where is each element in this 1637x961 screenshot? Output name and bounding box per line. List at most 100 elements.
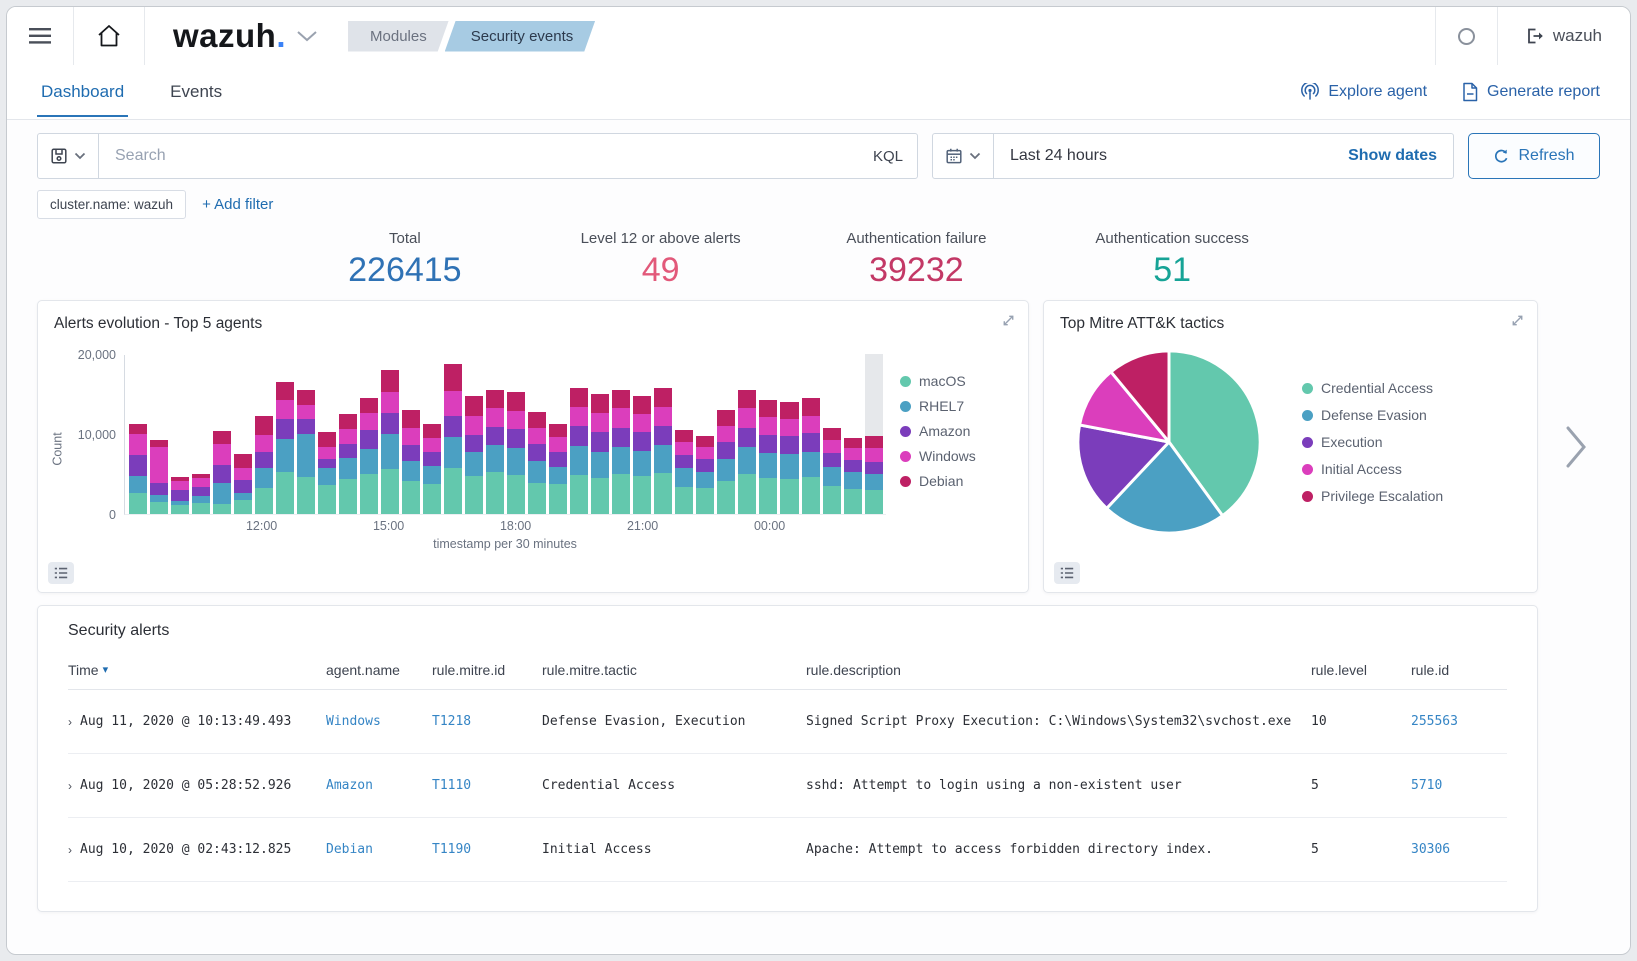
bar[interactable] [612,354,630,514]
bar[interactable] [381,354,399,514]
expand-panel-button[interactable] [1510,313,1525,328]
cell-mitre_id[interactable]: T1218 [432,714,542,729]
stat-auth-failure[interactable]: Authentication failure 39232 [789,230,1045,290]
cell-mitre_id[interactable]: T1190 [432,842,542,857]
agent-value[interactable]: Amazon [326,778,373,793]
legend-toggle-button[interactable] [48,562,74,584]
column-header-rule.description[interactable]: rule.description [806,662,1311,678]
rule_id-value[interactable]: 255563 [1411,714,1458,729]
chevron-right-icon[interactable]: › [68,843,72,857]
breadcrumb-security-events[interactable]: Security events [445,21,596,52]
agent-value[interactable]: Debian [326,842,373,857]
cluster-health-button[interactable] [1436,7,1497,65]
column-header-rule.level[interactable]: rule.level [1311,662,1411,678]
column-header-rule.mitre.id[interactable]: rule.mitre.id [432,662,542,678]
bar[interactable] [486,354,504,514]
bar[interactable] [844,354,862,514]
wazuh-logo[interactable]: wazuh. [145,17,292,55]
bar[interactable] [633,354,651,514]
bar[interactable] [675,354,693,514]
column-header-agent.name[interactable]: agent.name [326,662,432,678]
bar[interactable] [738,354,756,514]
bar[interactable] [150,354,168,514]
cell-rule_id[interactable]: 255563 [1411,714,1507,729]
mitre_id-value[interactable]: T1190 [432,842,471,857]
agent-value[interactable]: Windows [326,714,381,729]
chevron-right-icon[interactable]: › [68,715,72,729]
bar[interactable] [465,354,483,514]
bar[interactable] [528,354,546,514]
column-header-rule.id[interactable]: rule.id [1411,662,1507,678]
saved-query-menu-button[interactable] [38,134,99,178]
pie-chart[interactable] [1070,343,1268,541]
bar[interactable] [339,354,357,514]
bar[interactable] [549,354,567,514]
user-menu[interactable]: wazuh [1498,26,1630,46]
cell-mitre_id[interactable]: T1110 [432,778,542,793]
bar[interactable] [423,354,441,514]
bar[interactable] [171,354,189,514]
legend-item-macOS[interactable]: macOS [900,373,1018,389]
refresh-button[interactable]: Refresh [1468,133,1600,179]
bar[interactable] [402,354,420,514]
time-range-value[interactable]: Last 24 hours [994,147,1332,165]
logo-menu-button[interactable] [292,26,322,46]
bar[interactable] [802,354,820,514]
column-header-Time[interactable]: Time▾ [68,662,326,678]
tab-events[interactable]: Events [166,67,226,117]
chevron-right-icon[interactable] [1563,424,1589,470]
mitre_id-value[interactable]: T1218 [432,714,471,729]
rule_id-value[interactable]: 30306 [1411,842,1450,857]
cell-rule_id[interactable]: 5710 [1411,778,1507,793]
chevron-right-icon[interactable]: › [68,779,72,793]
bar[interactable] [276,354,294,514]
kql-toggle[interactable]: KQL [859,148,917,165]
expand-panel-button[interactable] [1001,313,1016,328]
bar[interactable] [823,354,841,514]
bar[interactable] [507,354,525,514]
bar[interactable] [255,354,273,514]
bar[interactable] [297,354,315,514]
stat-level-12[interactable]: Level 12 or above alerts 49 [533,230,789,290]
tab-dashboard[interactable]: Dashboard [37,67,128,117]
search-input[interactable] [99,147,859,165]
menu-button[interactable] [7,7,73,65]
mitre_id-value[interactable]: T1110 [432,778,471,793]
bar[interactable] [129,354,147,514]
legend-item-Initial Access[interactable]: Initial Access [1302,461,1443,477]
bar[interactable] [780,354,798,514]
home-button[interactable] [74,7,144,65]
cell-agent[interactable]: Windows [326,714,432,729]
bar[interactable] [234,354,252,514]
bar[interactable] [570,354,588,514]
bar[interactable] [444,354,462,514]
cell-agent[interactable]: Debian [326,842,432,857]
bar[interactable] [360,354,378,514]
stat-auth-success[interactable]: Authentication success 51 [1044,230,1300,290]
bar[interactable] [192,354,210,514]
breadcrumb-modules[interactable]: Modules [348,21,449,52]
legend-item-RHEL7[interactable]: RHEL7 [900,398,1018,414]
add-filter-button[interactable]: + Add filter [202,196,273,213]
bar[interactable] [213,354,231,514]
bar[interactable] [865,354,883,514]
legend-toggle-button[interactable] [1054,562,1080,584]
bar[interactable] [591,354,609,514]
column-header-rule.mitre.tactic[interactable]: rule.mitre.tactic [542,662,806,678]
legend-item-Windows[interactable]: Windows [900,448,1018,464]
bar[interactable] [696,354,714,514]
cell-rule_id[interactable]: 30306 [1411,842,1507,857]
date-quick-menu-button[interactable] [933,134,994,178]
legend-item-Amazon[interactable]: Amazon [900,423,1018,439]
cell-agent[interactable]: Amazon [326,778,432,793]
stat-total[interactable]: Total 226415 [277,230,533,290]
legend-item-Defense Evasion[interactable]: Defense Evasion [1302,407,1443,423]
filter-pill-cluster-name[interactable]: cluster.name: wazuh [37,190,186,219]
legend-item-Debian[interactable]: Debian [900,473,1018,489]
bar[interactable] [717,354,735,514]
rule_id-value[interactable]: 5710 [1411,778,1442,793]
bar[interactable] [654,354,672,514]
legend-item-Execution[interactable]: Execution [1302,434,1443,450]
explore-agent-button[interactable]: Explore agent [1300,83,1427,102]
bar[interactable] [759,354,777,514]
